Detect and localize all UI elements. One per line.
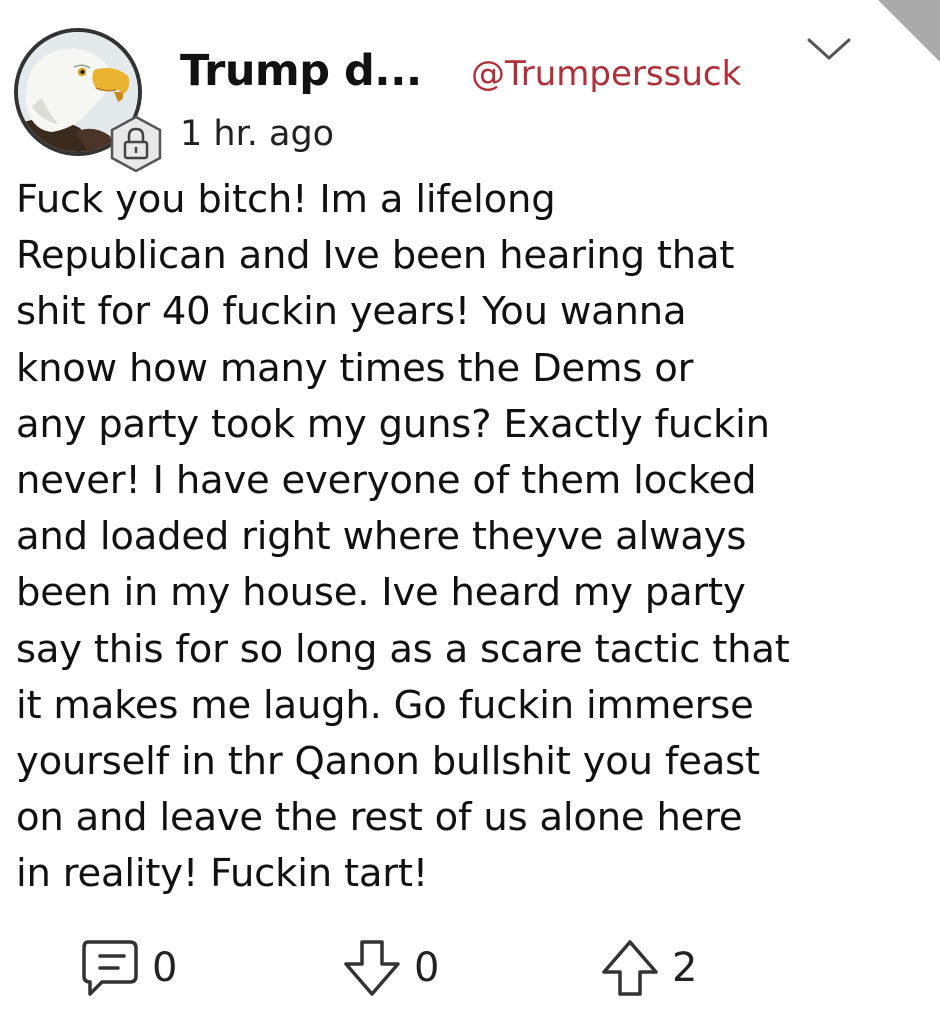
upvote-count: 2 bbox=[672, 945, 698, 991]
corner-fold-decoration bbox=[878, 0, 940, 62]
post-body-text: Fuck you bitch! Im a lifelong Republican… bbox=[16, 177, 790, 897]
upvote-button[interactable]: 2 bbox=[598, 936, 697, 1000]
comment-count: 0 bbox=[152, 945, 178, 991]
lock-icon bbox=[110, 115, 162, 173]
post-card: Trump d... @Trumperssuck 1 hr. ago Fuck … bbox=[0, 0, 940, 1009]
comment-button[interactable]: 0 bbox=[78, 936, 177, 1000]
post-timestamp: 1 hr. ago bbox=[180, 114, 335, 154]
downvote-count: 0 bbox=[414, 945, 440, 991]
chevron-down-icon[interactable] bbox=[806, 36, 852, 64]
author-handle[interactable]: @Trumperssuck bbox=[471, 54, 741, 94]
arrow-down-icon bbox=[344, 940, 400, 996]
arrow-up-icon bbox=[602, 940, 658, 996]
comment-icon bbox=[82, 940, 138, 996]
author-avatar-container[interactable] bbox=[14, 28, 162, 173]
downvote-button[interactable]: 0 bbox=[340, 936, 439, 1000]
author-name[interactable]: Trump d... bbox=[180, 46, 422, 96]
